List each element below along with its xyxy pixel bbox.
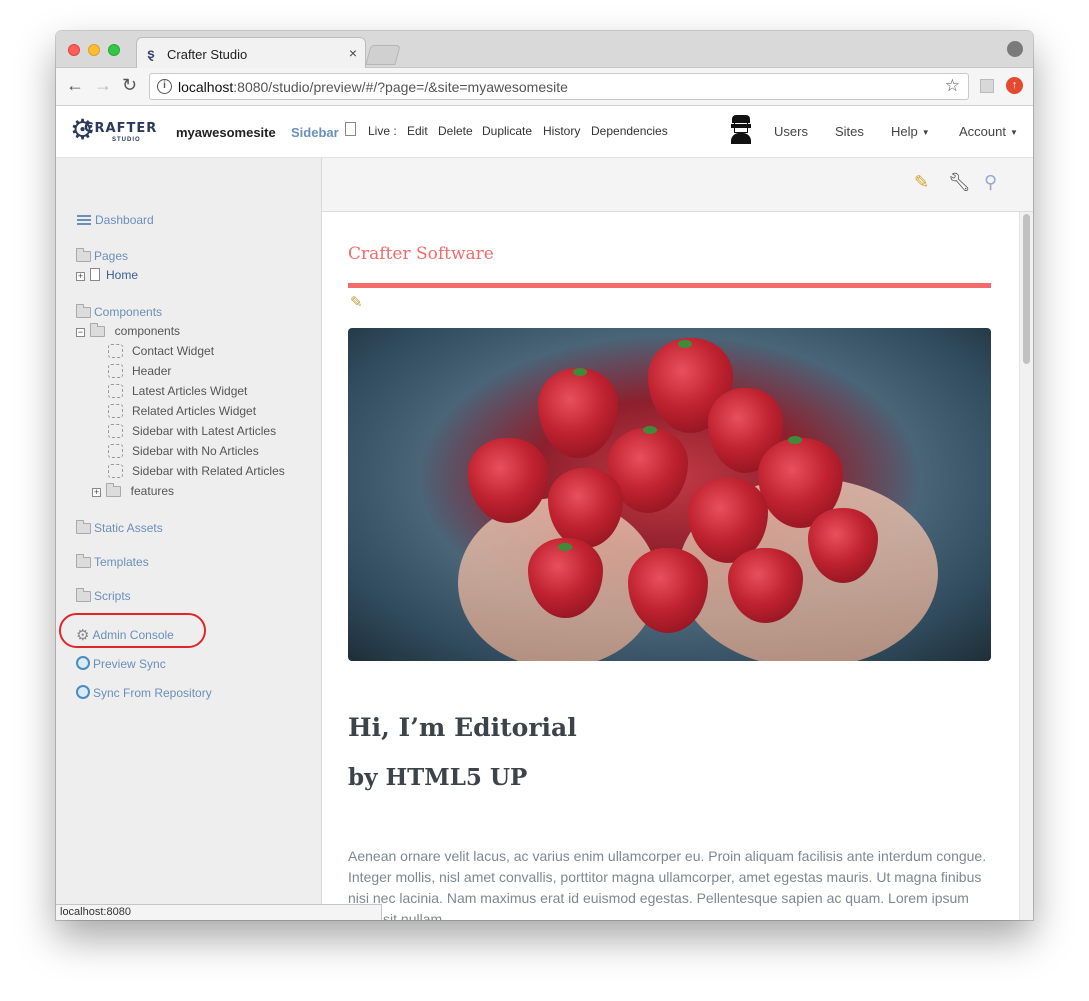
page-subheading: by HTML5 UP [348, 764, 528, 791]
sidebar-item-templates[interactable]: Templates [76, 554, 149, 569]
info-icon[interactable]: i [157, 79, 172, 94]
wrench-icon[interactable]: 🔧︎ [948, 172, 971, 193]
tree-item-component[interactable]: Related Articles Widget [108, 404, 256, 418]
close-window-button[interactable] [68, 44, 80, 56]
delete-action[interactable]: Delete [438, 124, 473, 138]
tab-title: Crafter Studio [167, 47, 248, 62]
component-icon [108, 424, 123, 438]
page-heading: Hi, I’m Editorial [348, 713, 577, 742]
pencil-icon[interactable]: ✎ [914, 172, 929, 193]
folder-icon [76, 248, 91, 262]
site-title[interactable]: Crafter Software [348, 244, 494, 264]
minimize-window-button[interactable] [88, 44, 100, 56]
tree-folder-components[interactable]: − components [76, 323, 180, 338]
help-menu[interactable]: Help ▼ [891, 124, 930, 139]
preview-pane: ✎ 🔧︎ ⚲ Crafter Software ✎ Hi, I’m Editor… [322, 158, 1033, 920]
component-icon [108, 444, 123, 458]
duplicate-action[interactable]: Duplicate [482, 124, 532, 138]
profile-icon[interactable] [1007, 41, 1023, 57]
crafter-favicon-icon: ȿ [147, 45, 155, 61]
tree-item-component[interactable]: Sidebar with Related Articles [108, 464, 285, 478]
sidebar-item-scripts[interactable]: Scripts [76, 588, 131, 603]
page-icon [90, 268, 100, 281]
forward-arrow-icon[interactable]: → [94, 75, 112, 96]
tree-item-home[interactable]: + Home [76, 268, 138, 282]
folder-icon [76, 304, 91, 318]
component-icon [108, 344, 123, 358]
sidebar: Dashboard Pages + Home Components − compo… [56, 158, 322, 920]
reload-icon[interactable]: ↻ [122, 75, 137, 96]
tab-bar: ȿ Crafter Studio × [56, 31, 1033, 69]
history-action[interactable]: History [543, 124, 580, 138]
user-avatar[interactable] [729, 115, 753, 145]
sidebar-item-static-assets[interactable]: Static Assets [76, 520, 163, 535]
browser-tab[interactable]: ȿ Crafter Studio × [136, 37, 366, 69]
folder-icon [106, 483, 121, 497]
studio-toolbar: ⚙ CRAFTER STUDIO myawesomesite Sidebar L… [56, 106, 1033, 158]
extension-upload-icon[interactable]: ↑ [1006, 77, 1023, 94]
page-icon [345, 122, 356, 136]
sync-icon [76, 685, 90, 699]
sync-icon [76, 656, 90, 670]
bookmark-star-icon[interactable]: ☆ [945, 76, 960, 96]
sidebar-item-admin-console[interactable]: ⚙ Admin Console [76, 626, 174, 644]
preview-tools-bar: ✎ 🔧︎ ⚲ [322, 158, 1033, 212]
new-tab-button[interactable] [365, 45, 401, 65]
search-icon[interactable]: ⚲ [984, 172, 997, 193]
users-link[interactable]: Users [774, 124, 808, 139]
tree-item-component[interactable]: Contact Widget [108, 344, 214, 358]
collapse-icon[interactable]: − [76, 328, 85, 337]
hero-image [348, 328, 991, 661]
folder-icon [76, 520, 91, 534]
folder-icon [76, 588, 91, 602]
edit-action[interactable]: Edit [407, 124, 428, 138]
dependencies-action[interactable]: Dependencies [591, 124, 668, 138]
gears-icon: ⚙ [76, 627, 90, 644]
account-menu[interactable]: Account ▼ [959, 124, 1018, 139]
sidebar-item-components[interactable]: Components [76, 304, 162, 319]
caret-down-icon: ▼ [921, 128, 930, 137]
tree-item-component[interactable]: Sidebar with No Articles [108, 444, 259, 458]
address-bar: ← → ↻ i localhost:8080/studio/preview/#/… [56, 68, 1033, 106]
menu-icon [77, 215, 91, 225]
component-icon [108, 384, 123, 398]
intro-paragraph: Aenean ornare velit lacus, ac varius eni… [348, 848, 987, 920]
expand-icon[interactable]: + [92, 488, 101, 497]
header-divider [348, 283, 991, 288]
scrollbar-thumb[interactable] [1023, 214, 1030, 364]
sidebar-item-dashboard[interactable]: Dashboard [77, 213, 154, 227]
crafter-logo[interactable]: ⚙ CRAFTER STUDIO [70, 110, 156, 152]
url-text: localhost:8080/studio/preview/#/?page=/&… [178, 79, 568, 95]
sidebar-toggle[interactable]: Sidebar [291, 125, 339, 140]
preview-scrollbar[interactable] [1019, 212, 1033, 920]
sites-link[interactable]: Sites [835, 124, 864, 139]
folder-icon [90, 323, 105, 337]
tree-item-component[interactable]: Latest Articles Widget [108, 384, 247, 398]
sidebar-item-sync-from-repository[interactable]: Sync From Repository [76, 685, 212, 700]
component-icon [108, 364, 123, 378]
caret-down-icon: ▼ [1009, 128, 1018, 137]
edit-pencil-icon[interactable]: ✎ [350, 293, 363, 311]
folder-icon [76, 554, 91, 568]
maximize-window-button[interactable] [108, 44, 120, 56]
close-tab-icon[interactable]: × [349, 45, 357, 61]
component-icon [108, 464, 123, 478]
sidebar-item-pages[interactable]: Pages [76, 248, 128, 263]
tree-item-component[interactable]: Sidebar with Latest Articles [108, 424, 276, 438]
live-label: Live : [368, 124, 397, 138]
extension-icon[interactable] [980, 79, 994, 93]
tree-folder-features[interactable]: + features [92, 483, 174, 498]
back-arrow-icon[interactable]: ← [66, 75, 84, 96]
url-input[interactable]: i localhost:8080/studio/preview/#/?page=… [149, 73, 969, 100]
expand-icon[interactable]: + [76, 272, 85, 281]
tree-item-component[interactable]: Header [108, 364, 171, 378]
status-bar-url: localhost:8080 [56, 904, 382, 920]
site-name[interactable]: myawesomesite [176, 125, 276, 140]
component-icon [108, 404, 123, 418]
browser-window: ȿ Crafter Studio × ← → ↻ i localhost:808… [56, 31, 1033, 920]
sidebar-item-preview-sync[interactable]: Preview Sync [76, 656, 166, 671]
